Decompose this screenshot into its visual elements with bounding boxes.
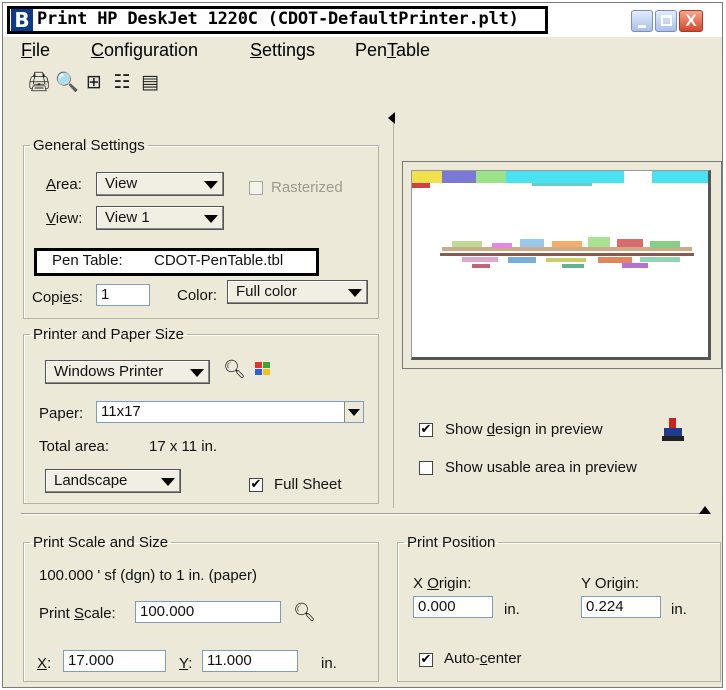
x-origin-input[interactable]: 0.000 — [413, 596, 493, 618]
area-label: Area: — [46, 176, 82, 193]
y-size-input[interactable]: 11.000 — [202, 650, 298, 672]
show-design-label: Show design in preview — [445, 421, 603, 438]
color-dropdown[interactable]: Full color — [227, 280, 368, 304]
search-icon[interactable]: 🔍︎ — [223, 359, 246, 380]
general-settings-legend: General Settings — [33, 137, 145, 154]
search-icon[interactable]: 🔍︎ — [293, 602, 316, 623]
printer-driver-dropdown[interactable]: Windows Printer — [45, 360, 210, 384]
auto-center-checkbox[interactable]: ✔ — [419, 653, 433, 667]
chevron-down-icon — [190, 369, 204, 377]
pen-table-value[interactable]: CDOT-PenTable.tbl — [154, 252, 283, 269]
printer-icon[interactable]: 🖨 — [27, 71, 51, 93]
show-usable-area-checkbox[interactable] — [419, 461, 433, 475]
scale-ratio-text: 100.000 ' sf (dgn) to 1 in. (paper) — [39, 567, 257, 584]
print-scale-label: Print Scale: — [39, 605, 116, 622]
chevron-down-icon — [161, 478, 175, 486]
menu-pentable[interactable]: PenTable — [355, 40, 430, 61]
close-button[interactable]: X — [679, 10, 703, 32]
panel-divider — [393, 123, 394, 508]
area-dropdown[interactable]: View — [96, 172, 224, 196]
color-label: Color: — [177, 287, 218, 304]
y-origin-label: Y Origin: — [581, 575, 640, 592]
plotter-icon[interactable] — [661, 417, 685, 443]
view-label: View: — [46, 210, 83, 227]
preview-icon[interactable]: 🔍 — [55, 71, 79, 93]
windows-flag-icon[interactable] — [253, 359, 273, 379]
show-usable-area-label: Show usable area in preview — [445, 459, 637, 476]
pen-table-label: Pen Table: — [52, 252, 123, 269]
list-icon[interactable]: ☷ — [111, 71, 133, 93]
print-scale-legend: Print Scale and Size — [33, 534, 169, 551]
x-origin-units: in. — [504, 601, 520, 618]
copies-input[interactable]: 1 — [96, 284, 150, 306]
paper-size-combo[interactable]: 11x17 — [96, 401, 364, 423]
chevron-down-icon — [204, 215, 218, 223]
print-position-legend: Print Position — [407, 534, 496, 551]
total-area-value: 17 x 11 in. — [149, 438, 218, 455]
menu-bar: File Configuration Settings PenTable — [3, 37, 722, 63]
fit-icon[interactable]: ⊞ — [83, 71, 105, 93]
print-preview-frame — [402, 161, 722, 369]
y-origin-input[interactable]: 0.224 — [581, 596, 661, 618]
section-separator — [21, 513, 707, 515]
window-title: Print HP DeskJet 1220C (CDOT-DefaultPrin… — [37, 9, 519, 29]
copies-label: Copies: — [32, 289, 83, 306]
x-origin-label: X Origin: — [413, 575, 472, 592]
print-preview-area[interactable] — [411, 170, 711, 360]
x-size-input[interactable]: 17.000 — [63, 650, 166, 672]
chevron-down-icon — [348, 289, 362, 297]
printer-paper-legend: Printer and Paper Size — [33, 326, 184, 343]
show-design-checkbox[interactable]: ✔ — [419, 423, 433, 437]
print-scale-input[interactable]: 100.000 — [135, 601, 281, 623]
paper-label: Paper: — [39, 405, 84, 422]
y-size-label: Y: — [179, 655, 193, 672]
design-preview-graphic — [412, 171, 708, 268]
properties-icon[interactable]: ▤ — [139, 71, 161, 93]
full-sheet-label: Full Sheet — [274, 476, 342, 493]
collapse-up-arrow[interactable] — [699, 506, 711, 514]
menu-file[interactable]: File — [21, 40, 50, 61]
minimize-button[interactable] — [631, 10, 653, 32]
menu-configuration[interactable]: Configuration — [91, 40, 198, 61]
print-dialog-window: B Print HP DeskJet 1220C (CDOT-DefaultPr… — [2, 2, 723, 688]
view-dropdown[interactable]: View 1 — [96, 206, 224, 230]
size-units-label: in. — [321, 655, 337, 672]
menu-settings[interactable]: Settings — [250, 40, 315, 61]
maximize-button — [655, 10, 677, 32]
chevron-down-icon — [204, 181, 218, 189]
x-size-label: X: — [37, 655, 52, 672]
rasterized-label: Rasterized — [271, 179, 343, 196]
title-bar[interactable]: B Print HP DeskJet 1220C (CDOT-DefaultPr… — [3, 3, 722, 37]
full-sheet-checkbox[interactable]: ✔ — [249, 478, 263, 492]
total-area-label: Total area: — [39, 438, 110, 455]
chevron-down-icon[interactable] — [344, 402, 363, 422]
y-origin-units: in. — [671, 601, 687, 618]
rasterized-checkbox — [249, 181, 263, 195]
app-icon: B — [11, 9, 33, 31]
auto-center-label: Auto-center — [444, 650, 522, 667]
orientation-dropdown[interactable]: Landscape — [45, 469, 181, 493]
